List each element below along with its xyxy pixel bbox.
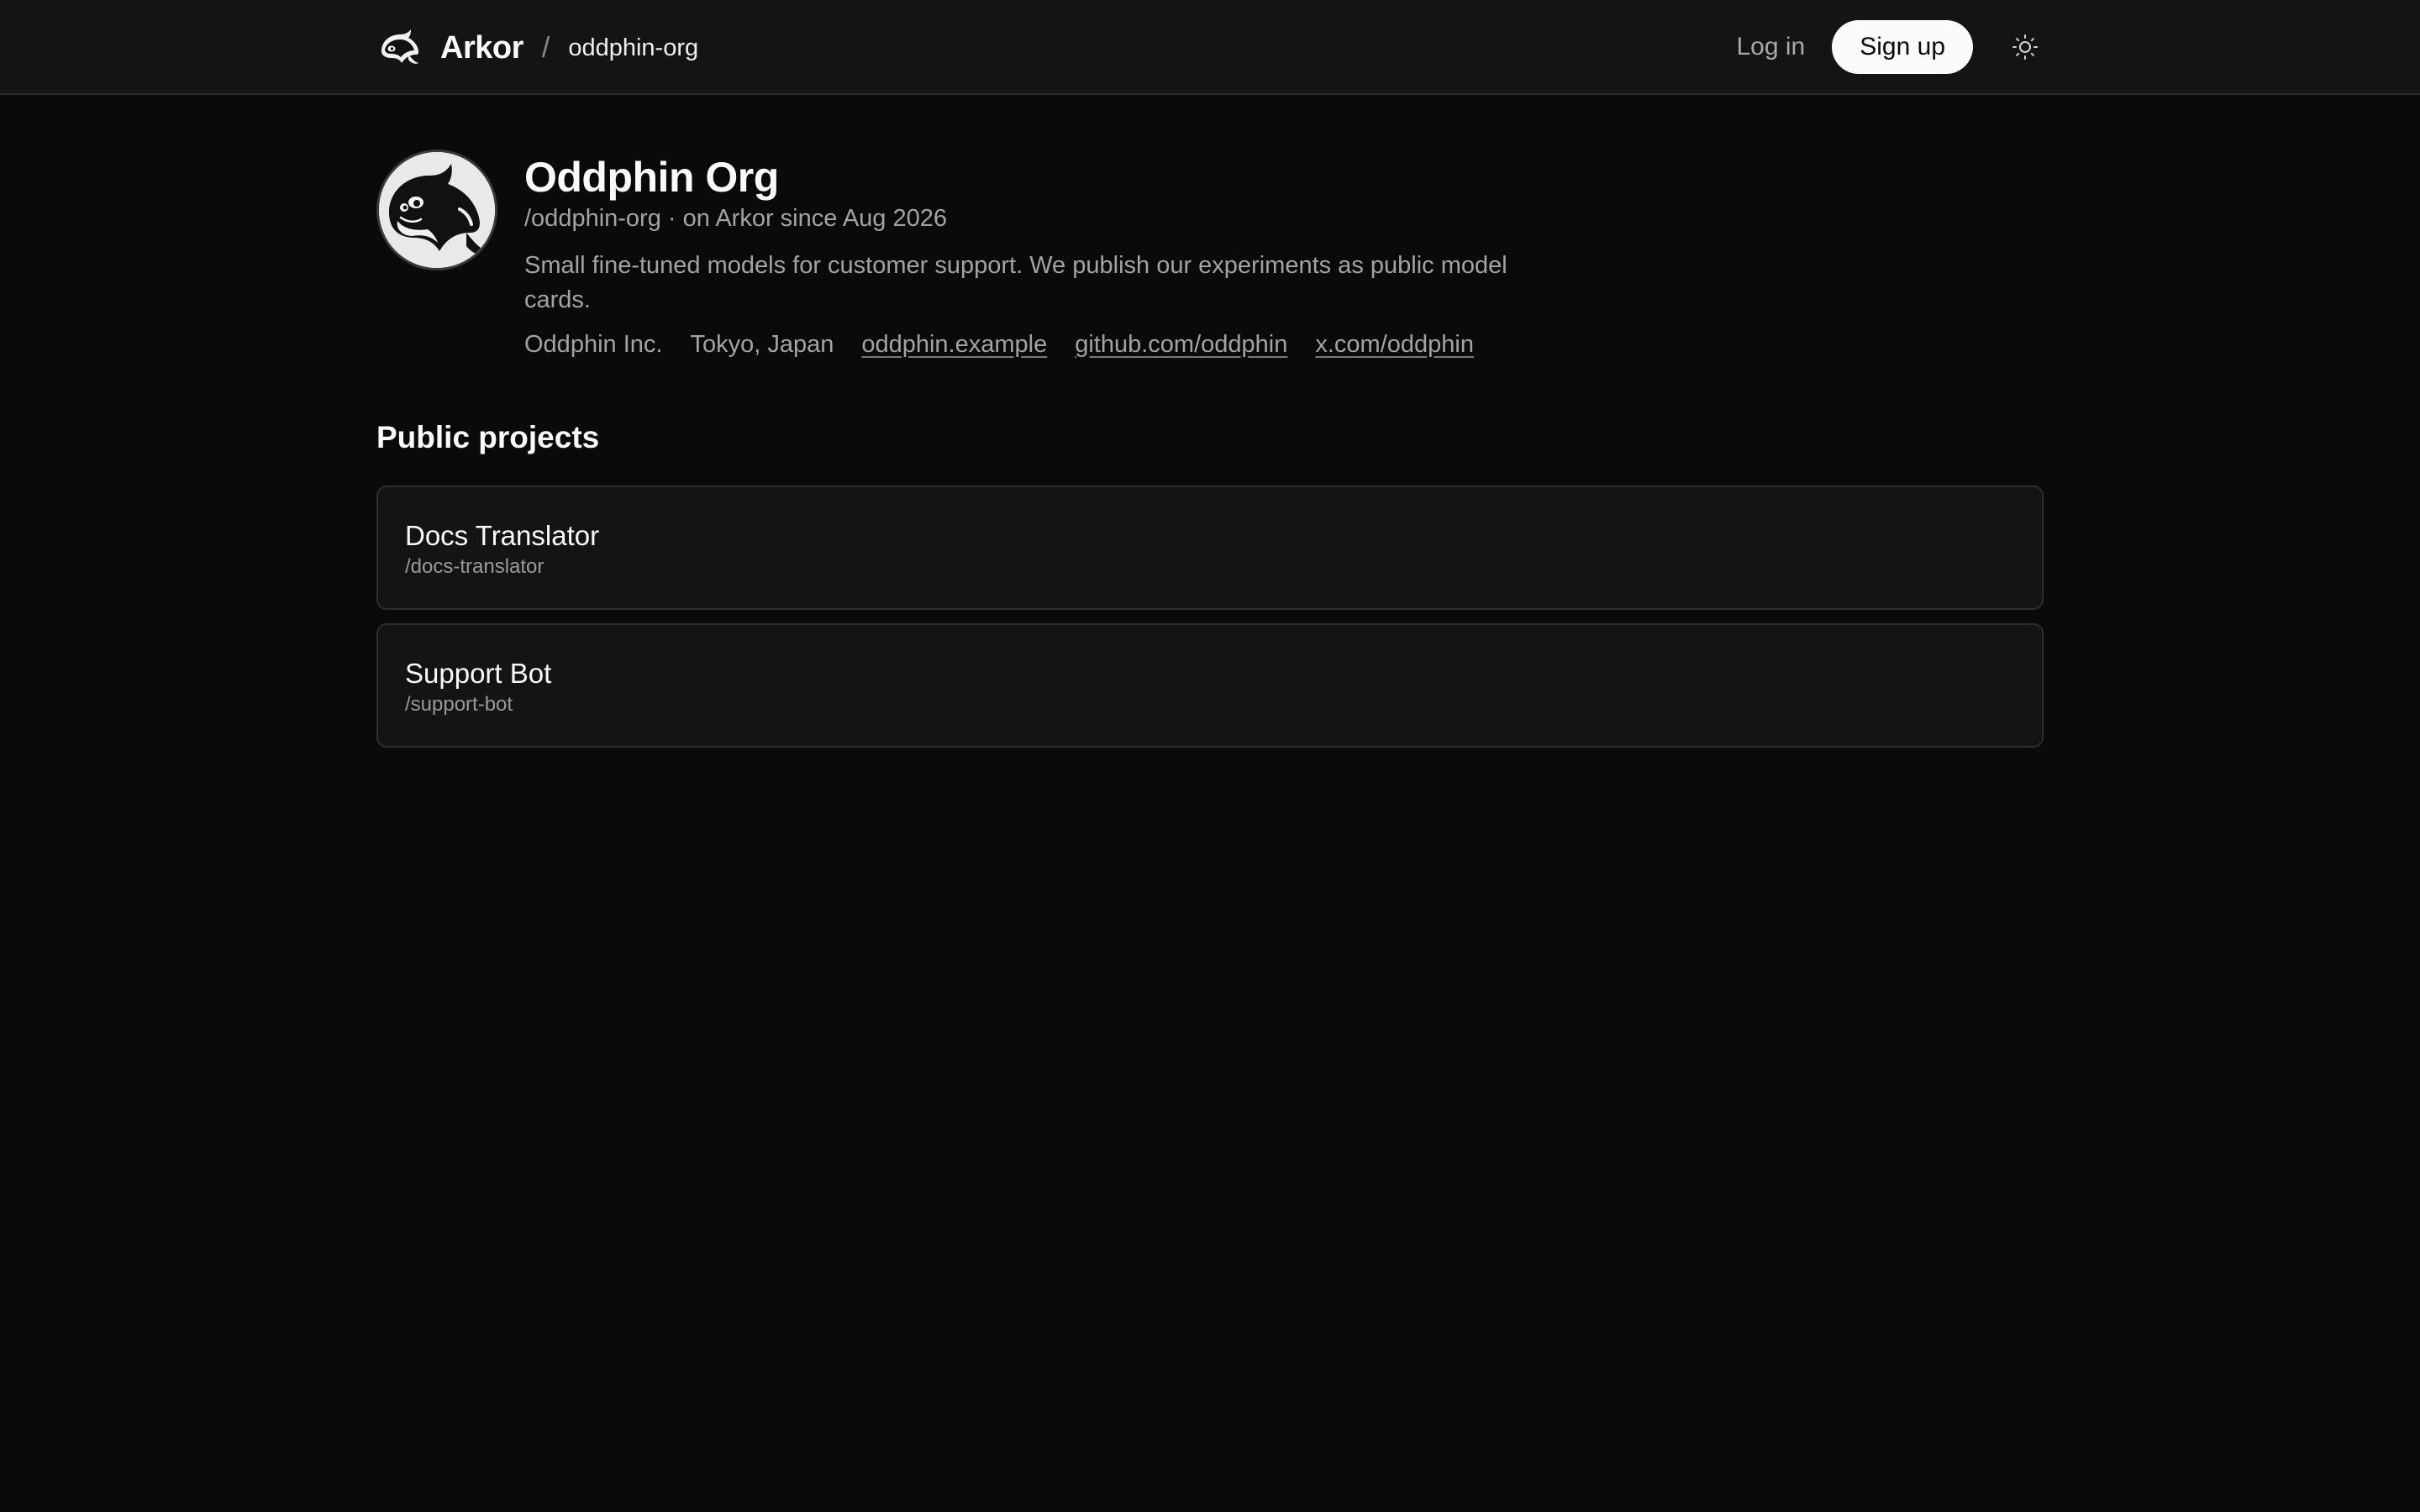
brand-name[interactable]: Arkor (440, 30, 523, 66)
project-list: Docs Translator /docs-translator Support… (376, 486, 2044, 761)
brand[interactable]: Arkor / oddphin-org (376, 24, 698, 71)
breadcrumb-org[interactable]: oddphin-org (568, 34, 698, 62)
org-meta: /oddphin-org · on Arkor since Aug 2026 (524, 205, 947, 232)
avatar (376, 150, 497, 270)
website-link[interactable]: oddphin.example (861, 331, 1047, 359)
project-card-docs-translator[interactable]: Docs Translator /docs-translator (376, 486, 2044, 610)
project-card-support-bot[interactable]: Support Bot /support-bot (376, 623, 2044, 748)
orca-avatar-icon (379, 152, 495, 268)
project-slug: /docs-translator (405, 555, 544, 578)
org-info-links: Oddphin Inc. Tokyo, Japan oddphin.exampl… (524, 331, 1474, 359)
org-name: Oddphin Org (524, 154, 779, 201)
public-projects-heading: Public projects (376, 420, 600, 454)
signup-button[interactable]: Sign up (1832, 20, 1973, 74)
auth-actions: Log in Sign up (1737, 20, 2043, 74)
project-slug: /support-bot (405, 693, 513, 716)
x-link[interactable]: x.com/oddphin (1315, 331, 1474, 359)
orca-logo-icon[interactable] (376, 24, 424, 71)
github-link[interactable]: github.com/oddphin (1075, 331, 1287, 359)
theme-toggle-button[interactable] (2008, 30, 2042, 64)
org-location: Tokyo, Japan (690, 331, 834, 358)
org-company: Oddphin Inc. (524, 331, 663, 358)
project-title: Docs Translator (405, 520, 600, 551)
project-title: Support Bot (405, 658, 552, 689)
breadcrumb-separator: / (541, 31, 550, 64)
sun-icon (2012, 34, 2038, 60)
top-navigation-bar: Arkor / oddphin-org Log in Sign up (0, 0, 2420, 95)
login-link[interactable]: Log in (1737, 33, 1806, 61)
org-description: Small fine-tuned models for customer sup… (524, 252, 1507, 313)
